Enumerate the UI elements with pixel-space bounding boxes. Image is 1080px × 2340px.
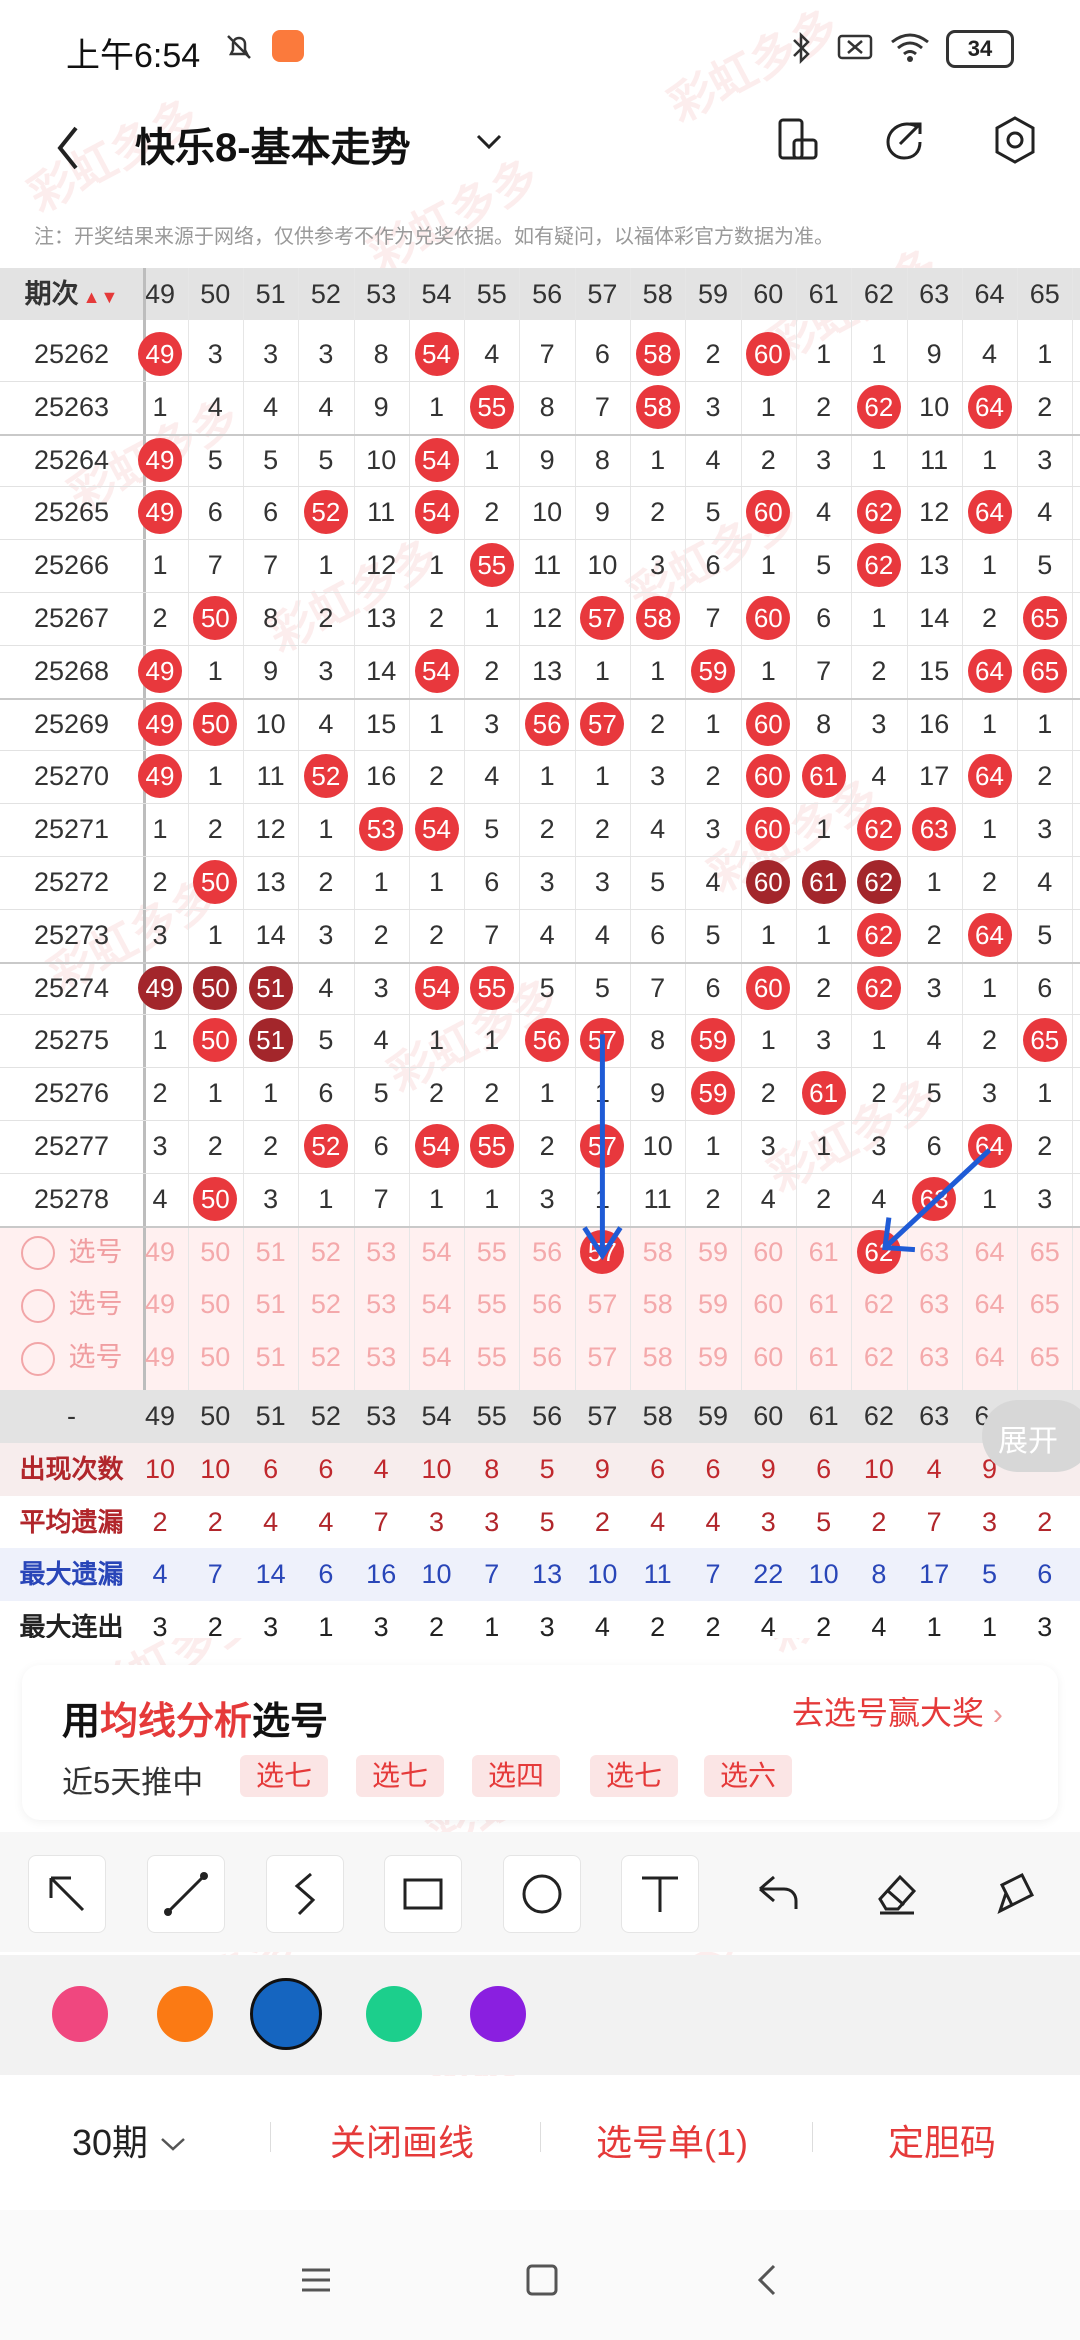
home-icon[interactable]	[522, 2260, 562, 2300]
chevron-down-icon	[161, 2138, 185, 2151]
promo-title: 用均线分析选号	[62, 1690, 328, 1745]
battery-indicator: 34	[946, 30, 1014, 68]
promo-chip[interactable]: 选七	[590, 1755, 679, 1797]
drawn-arrow-1	[582, 1034, 623, 1261]
mute-bell-icon	[227, 35, 251, 59]
pointer-tool[interactable]	[28, 1855, 106, 1933]
expand-button[interactable]: 展开	[982, 1400, 1080, 1472]
color-swatch[interactable]	[52, 1986, 108, 2042]
expand-label: 展开	[998, 1425, 1058, 1458]
promo-link-label: 去选号赢大奖	[792, 1695, 985, 1731]
back-arrow-icon[interactable]	[48, 118, 88, 178]
circle-tool[interactable]	[503, 1855, 581, 1933]
eraser-tool[interactable]	[858, 1855, 934, 1931]
line-tool[interactable]	[147, 1855, 225, 1933]
chevron-down-icon[interactable]	[472, 126, 506, 156]
divider	[812, 2122, 813, 2152]
clear-tool[interactable]	[976, 1855, 1052, 1931]
status-bar: 上午6:54 34	[0, 0, 1080, 100]
trend-table: 期次 ▲▼ 49 50 51 52 53 54 55 56 57 58 59 60 61 62 63 64 65 25…	[0, 268, 1080, 1638]
promo-title-suffix: 选号	[252, 1701, 329, 1743]
share-icon[interactable]	[880, 116, 928, 164]
status-time: 上午6:54	[66, 37, 201, 75]
app-notification-icon	[272, 30, 304, 62]
curve-tool[interactable]	[266, 1855, 344, 1933]
curve-icon	[294, 1872, 316, 1916]
system-nav-bar	[0, 2210, 1080, 2340]
text-tool[interactable]	[621, 1855, 699, 1933]
color-swatch[interactable]	[157, 1986, 213, 2042]
divider	[270, 2122, 271, 2152]
settings-icon[interactable]	[990, 114, 1040, 166]
brush-clear-icon	[997, 1872, 1035, 1914]
disclaimer-notice: 注：开奖结果来源于网络，仅供参考不作为兑奖依据。如有疑问，以福体彩官方数据为准。	[34, 226, 834, 248]
rectangle-icon	[403, 1878, 443, 1910]
promo-chip[interactable]: 选七	[240, 1755, 329, 1797]
fixed-code-button[interactable]: 定胆码	[888, 2114, 996, 2166]
rectangle-tool[interactable]	[384, 1855, 462, 1933]
undo-icon	[759, 1875, 798, 1909]
promo-title-highlight: 均线分析	[100, 1701, 253, 1743]
undo-tool[interactable]	[740, 1855, 816, 1931]
drawn-arrows-overlay	[582, 1034, 992, 1261]
color-swatch[interactable]	[470, 1986, 526, 2042]
promo-chip[interactable]: 选七	[356, 1755, 445, 1797]
period-select-label: 30期	[72, 2122, 149, 2163]
sim-off-icon	[837, 34, 873, 60]
promo-title-prefix: 用	[62, 1701, 101, 1743]
promo-subtitle: 近5天推中	[62, 1765, 204, 1800]
color-swatch[interactable]	[250, 1978, 322, 2050]
text-icon	[642, 1876, 678, 1912]
chevron-right-icon: ›	[992, 1698, 1003, 1731]
period-select[interactable]: 30期	[72, 2114, 188, 2166]
menu-icon[interactable]	[296, 2262, 336, 2298]
close-draw-button[interactable]: 关闭画线	[330, 2114, 474, 2166]
wifi-icon	[891, 33, 929, 62]
divider	[540, 2122, 541, 2152]
circle-icon	[522, 1874, 562, 1914]
back-icon[interactable]	[752, 2260, 782, 2300]
promo-chip[interactable]: 选四	[472, 1755, 561, 1797]
eraser-icon	[878, 1874, 917, 1915]
pick-list-button[interactable]: 选号单(1)	[596, 2114, 748, 2166]
promo-link[interactable]: 去选号赢大奖 ›	[792, 1688, 1003, 1734]
arrow-up-left-icon	[49, 1876, 85, 1912]
color-swatch[interactable]	[366, 1986, 422, 2042]
bluetooth-icon	[793, 31, 810, 65]
page-title[interactable]: 快乐8-基本走势	[135, 115, 411, 173]
line-icon	[164, 1872, 208, 1916]
drawn-arrow-2	[882, 1148, 992, 1253]
promo-chip[interactable]: 选六	[704, 1755, 793, 1797]
rotate-screen-icon[interactable]	[776, 116, 820, 164]
